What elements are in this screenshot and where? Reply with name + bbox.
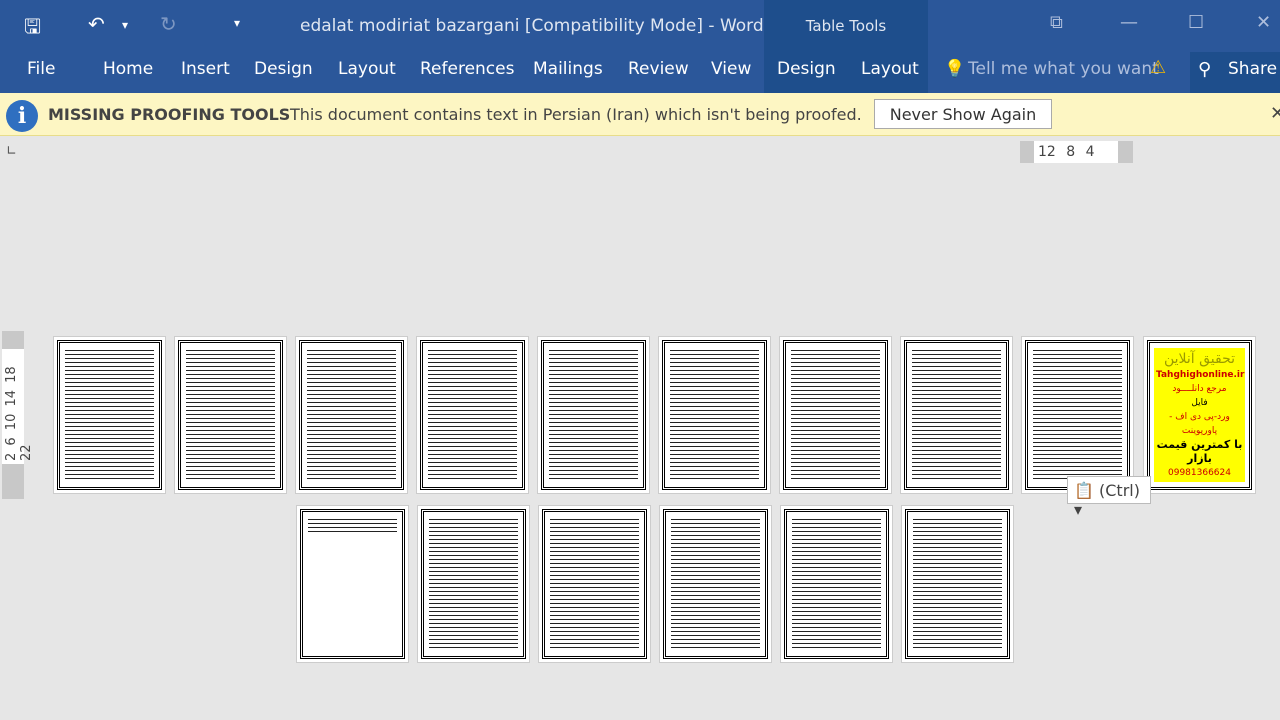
page-thumbnail[interactable] <box>296 505 409 663</box>
vertical-ruler[interactable]: 2 6 10 14 18 22 <box>2 331 34 499</box>
message-text: This document contains text in Persian (… <box>290 105 862 124</box>
page-thumbnail[interactable] <box>53 336 166 494</box>
page-text <box>428 349 517 481</box>
page-text <box>792 518 881 650</box>
lightbulb-icon: 💡 <box>944 59 966 79</box>
clipboard-icon: 📋 <box>1074 481 1094 500</box>
page-thumbnail[interactable] <box>295 336 408 494</box>
page-thumbnail[interactable] <box>780 505 893 663</box>
tell-me-input[interactable]: Tell me what you want <box>968 59 1159 79</box>
proofing-message-bar: i MISSING PROOFING TOOLS This document c… <box>0 93 1280 136</box>
page-advertisement[interactable]: تحقیق آنلاین Tahghighonline.ir مرجع دانل… <box>1143 336 1256 494</box>
ruler-numbers: 12 8 4 <box>1034 141 1118 163</box>
warning-icon: ⚠ <box>1150 57 1167 78</box>
tab-table-design[interactable]: Design <box>777 59 836 79</box>
paste-options-button[interactable]: 📋 (Ctrl) ▾ <box>1067 476 1151 519</box>
page-thumbnail[interactable] <box>538 505 651 663</box>
tab-layout[interactable]: Layout <box>338 59 396 79</box>
never-show-again-button[interactable]: Never Show Again <box>874 99 1052 129</box>
ruler-numbers: 2 6 10 14 18 22 <box>4 366 34 461</box>
undo-dropdown-icon[interactable]: ▾ <box>122 18 128 32</box>
page-thumbnail[interactable] <box>1021 336 1134 494</box>
page-thumbnail[interactable] <box>779 336 892 494</box>
document-title: edalat modiriat bazargani [Compatibility… <box>300 16 764 36</box>
page-text <box>671 518 760 650</box>
page-thumbnail[interactable] <box>417 505 530 663</box>
tab-home[interactable]: Home <box>103 59 153 79</box>
tab-file[interactable]: File <box>27 59 55 79</box>
share-button[interactable]: ⚲ Share <box>1190 52 1280 93</box>
page-text <box>912 349 1001 481</box>
tab-references[interactable]: References <box>420 59 514 79</box>
tab-insert[interactable]: Insert <box>181 59 230 79</box>
tab-design[interactable]: Design <box>254 59 313 79</box>
maximize-icon[interactable]: ☐ <box>1188 12 1204 33</box>
page-text <box>429 518 518 650</box>
page-text <box>307 349 396 481</box>
table-tools-group: Table Tools Design Layout <box>764 0 928 93</box>
page-text <box>549 349 638 481</box>
page-text <box>1033 349 1122 481</box>
page-thumbnail[interactable] <box>658 336 771 494</box>
info-icon: i <box>6 100 38 132</box>
message-heading: MISSING PROOFING TOOLS <box>48 105 291 124</box>
paste-options-label: (Ctrl) <box>1099 481 1140 500</box>
close-icon[interactable]: ✕ <box>1256 12 1271 33</box>
advertisement-image: تحقیق آنلاین Tahghighonline.ir مرجع دانل… <box>1154 348 1245 482</box>
tab-stop-selector[interactable]: ∟ <box>6 144 17 159</box>
page-text <box>791 349 880 481</box>
minimize-icon[interactable]: — <box>1120 12 1138 33</box>
page-thumbnail[interactable] <box>901 505 1014 663</box>
table-tools-label: Table Tools <box>805 17 887 35</box>
customize-toolbar-icon[interactable]: ▾ <box>234 16 240 30</box>
page-text <box>913 518 1002 650</box>
page-thumbnail[interactable] <box>537 336 650 494</box>
tab-mailings[interactable]: Mailings <box>533 59 603 79</box>
page-text <box>308 518 397 532</box>
person-icon: ⚲ <box>1198 59 1212 80</box>
save-icon[interactable]: 🖫 <box>24 12 41 46</box>
page-thumbnail[interactable] <box>900 336 1013 494</box>
ribbon-display-icon[interactable]: ⧉ <box>1050 12 1063 33</box>
page-thumbnail[interactable] <box>416 336 529 494</box>
page-text <box>670 349 759 481</box>
undo-icon[interactable]: ↶ <box>88 12 105 36</box>
close-message-icon[interactable]: ✕ <box>1270 103 1280 124</box>
page-text <box>186 349 275 481</box>
horizontal-ruler[interactable]: 12 8 4 <box>1020 141 1133 163</box>
redo-icon[interactable]: ↻ <box>160 12 177 36</box>
page-thumbnail[interactable] <box>659 505 772 663</box>
page-thumbnail[interactable] <box>174 336 287 494</box>
tab-view[interactable]: View <box>711 59 751 79</box>
tab-table-layout[interactable]: Layout <box>861 59 919 79</box>
share-label: Share <box>1228 59 1278 79</box>
page-text <box>65 349 154 481</box>
page-text <box>550 518 639 650</box>
tab-review[interactable]: Review <box>628 59 689 79</box>
title-bar: 🖫 ↶ ▾ ↻ ▾ edalat modiriat bazargani [Com… <box>0 0 1280 52</box>
